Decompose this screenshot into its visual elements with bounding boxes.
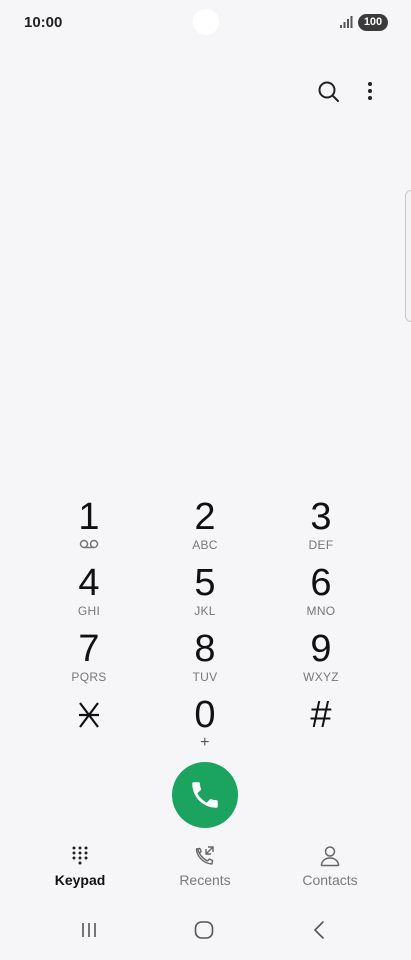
key-letters: PQRS — [71, 670, 107, 684]
phone-icon — [192, 782, 218, 808]
key-star[interactable] — [41, 694, 137, 756]
key-hash[interactable]: # — [273, 694, 369, 756]
camera-cutout — [193, 9, 219, 35]
keypad-icon — [72, 846, 88, 865]
signal-bars-icon — [340, 16, 353, 28]
tab-keypad[interactable]: Keypad — [25, 845, 135, 897]
key-4[interactable]: 4 GHI — [41, 562, 137, 624]
key-digit: 7 — [78, 628, 100, 670]
key-letters: DEF — [308, 538, 334, 552]
recents-icon — [195, 846, 214, 865]
key-digit: 3 — [310, 496, 332, 538]
key-digit: 1 — [78, 496, 100, 538]
tab-label: Contacts — [302, 872, 358, 888]
key-1[interactable]: 1 — [41, 496, 137, 558]
key-0[interactable]: 0 + — [157, 694, 253, 756]
key-letters: MNO — [306, 604, 336, 618]
key-9[interactable]: 9 WXYZ — [273, 628, 369, 690]
home-button[interactable] — [179, 918, 229, 948]
key-digit: 5 — [194, 562, 216, 604]
back-button[interactable] — [294, 918, 344, 948]
tab-label: Recents — [179, 872, 231, 888]
call-button[interactable] — [172, 762, 238, 828]
asterisk-icon — [79, 702, 99, 728]
key-digit: 0 — [194, 694, 216, 736]
key-letters: ABC — [192, 538, 218, 552]
key-8[interactable]: 8 TUV — [157, 628, 253, 690]
contacts-icon — [320, 846, 340, 867]
tab-contacts[interactable]: Contacts — [275, 845, 385, 897]
key-letters: GHI — [77, 604, 101, 618]
tab-label: Keypad — [54, 872, 106, 888]
key-6[interactable]: 6 MNO — [273, 562, 369, 624]
key-digit: 9 — [310, 628, 332, 670]
status-bar: 10:00 100 — [0, 0, 411, 48]
key-digit: 4 — [78, 562, 100, 604]
more-options-icon — [368, 82, 372, 100]
dialer-screen: 10:00 100 1 2 ABC 3 DEF 4 GHI 5 JKL 6 MN… — [0, 0, 411, 960]
key-5[interactable]: 5 JKL — [157, 562, 253, 624]
key-3[interactable]: 3 DEF — [273, 496, 369, 558]
battery-level: 100 — [358, 14, 388, 31]
voicemail-icon — [79, 539, 99, 549]
more-options-button[interactable] — [356, 76, 384, 108]
search-icon — [318, 81, 339, 102]
home-icon — [194, 921, 214, 939]
recent-apps-button[interactable] — [64, 918, 114, 948]
key-digit: 8 — [194, 628, 216, 670]
back-icon — [314, 921, 324, 939]
status-time: 10:00 — [24, 14, 63, 31]
tab-recents[interactable]: Recents — [150, 845, 260, 897]
key-2[interactable]: 2 ABC — [157, 496, 253, 558]
key-letters: WXYZ — [303, 670, 339, 684]
key-digit: 6 — [310, 562, 332, 604]
key-digit: 2 — [194, 496, 216, 538]
key-digit: # — [310, 694, 332, 736]
key-letters: TUV — [192, 670, 218, 684]
key-7[interactable]: 7 PQRS — [41, 628, 137, 690]
search-button[interactable] — [313, 76, 345, 108]
key-letters: + — [200, 734, 210, 751]
edge-panel-handle[interactable] — [405, 190, 411, 322]
key-letters: JKL — [194, 604, 216, 618]
recent-apps-icon — [82, 923, 96, 937]
